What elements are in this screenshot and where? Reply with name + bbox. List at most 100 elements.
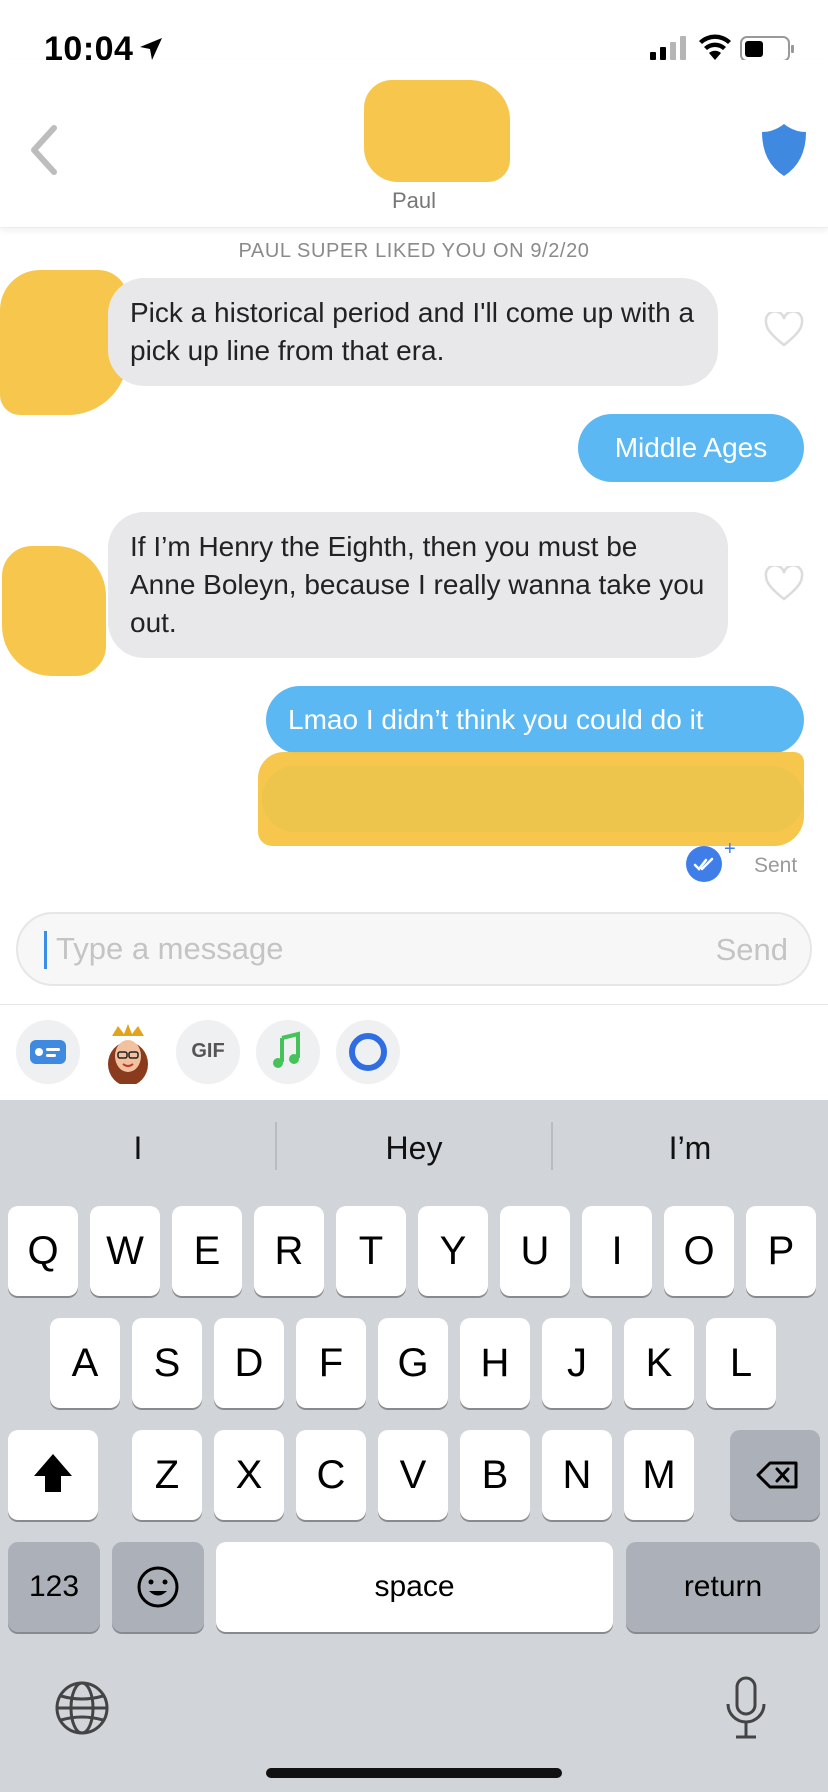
suggestion-1[interactable]: I (0, 1130, 276, 1167)
key-label: Q (27, 1229, 59, 1273)
back-chevron-icon[interactable] (24, 120, 64, 180)
location-arrow-icon (140, 38, 162, 60)
key-label: I (611, 1229, 623, 1273)
key-j[interactable]: J (542, 1318, 612, 1408)
contact-name: Paul (391, 188, 437, 213)
key-label: U (520, 1229, 550, 1273)
music-note-icon (273, 1031, 300, 1068)
bitmoji-button[interactable] (96, 1020, 160, 1086)
message-input[interactable] (56, 924, 656, 974)
key-label: M (642, 1453, 676, 1497)
key-n[interactable]: N (542, 1430, 612, 1520)
key-i[interactable]: I (582, 1206, 652, 1296)
key-label: N (562, 1453, 592, 1497)
key-d[interactable]: D (214, 1318, 284, 1408)
key-k[interactable]: K (624, 1318, 694, 1408)
shift-key[interactable] (8, 1430, 98, 1520)
delete-key[interactable] (730, 1430, 820, 1520)
cellular-signal-icon (650, 36, 686, 60)
suggestion-3[interactable]: I’m (552, 1130, 828, 1167)
key-q[interactable]: Q (8, 1206, 78, 1296)
emoji-key[interactable] (112, 1542, 204, 1632)
gif-label: GIF (191, 1040, 225, 1062)
key-h[interactable]: H (460, 1318, 530, 1408)
key-label: B (481, 1453, 509, 1497)
key-label: A (71, 1341, 99, 1385)
key-label: V (399, 1453, 427, 1497)
wifi-icon (699, 34, 731, 60)
key-m[interactable]: M (624, 1430, 694, 1520)
home-indicator (266, 1768, 562, 1778)
contact-card-icon (30, 1040, 66, 1064)
microphone-icon[interactable] (724, 1676, 768, 1740)
text-caret (44, 931, 47, 969)
key-label: F (318, 1341, 344, 1385)
redacted-avatar[interactable] (364, 80, 510, 182)
key-p[interactable]: P (746, 1206, 816, 1296)
key-y[interactable]: Y (418, 1206, 488, 1296)
keyboard: I Hey I’m Q W E R T Y U I O P A S D F G H J K L Z X C V B N M 1… (0, 1100, 828, 1792)
key-label: Y (439, 1229, 467, 1273)
key-s[interactable]: S (132, 1318, 202, 1408)
key-t[interactable]: T (336, 1206, 406, 1296)
bitmoji-icon (108, 1024, 148, 1086)
key-c[interactable]: C (296, 1430, 366, 1520)
key-u[interactable]: U (500, 1206, 570, 1296)
music-button[interactable] (256, 1020, 320, 1084)
return-key[interactable]: return (626, 1542, 820, 1632)
key-label: D (234, 1341, 264, 1385)
key-b[interactable]: B (460, 1430, 530, 1520)
key-label: C (316, 1453, 346, 1497)
return-key-label: return (683, 1570, 763, 1603)
key-label: Z (154, 1453, 180, 1497)
key-g[interactable]: G (378, 1318, 448, 1408)
key-r[interactable]: R (254, 1206, 324, 1296)
key-f[interactable]: F (296, 1318, 366, 1408)
plus-icon: + (724, 838, 736, 860)
shift-arrow-icon (34, 1454, 72, 1492)
key-label: L (729, 1341, 753, 1385)
key-label: R (274, 1229, 304, 1273)
send-button[interactable]: Send (716, 932, 788, 968)
backspace-icon (756, 1461, 798, 1489)
sent-label: Sent (754, 854, 798, 877)
key-label: J (567, 1341, 587, 1385)
message-composer: Send (16, 912, 812, 986)
globe-icon[interactable] (54, 1680, 110, 1736)
suggestion-2[interactable]: Hey (276, 1130, 552, 1167)
key-a[interactable]: A (50, 1318, 120, 1408)
key-label: K (645, 1341, 673, 1385)
message-incoming: Pick a historical period and I'll come u… (108, 278, 718, 386)
key-o[interactable]: O (664, 1206, 734, 1296)
key-label: E (193, 1229, 221, 1273)
key-x[interactable]: X (214, 1430, 284, 1520)
redacted-sender-avatar (2, 546, 106, 676)
key-label: W (106, 1229, 144, 1273)
message-outgoing: Lmao I didn’t think you could do it (266, 686, 804, 754)
key-w[interactable]: W (90, 1206, 160, 1296)
key-label: S (153, 1341, 181, 1385)
key-l[interactable]: L (706, 1318, 776, 1408)
key-label: T (358, 1229, 384, 1273)
redaction-mark (258, 752, 804, 846)
key-label: O (683, 1229, 715, 1273)
emoji-icon (137, 1566, 179, 1608)
message-incoming: If I’m Henry the Eighth, then you must b… (108, 512, 728, 658)
safety-shield-icon[interactable] (760, 122, 808, 178)
key-v[interactable]: V (378, 1430, 448, 1520)
key-z[interactable]: Z (132, 1430, 202, 1520)
key-e[interactable]: E (172, 1206, 242, 1296)
numbers-key[interactable]: 123 (8, 1542, 100, 1632)
battery-icon (740, 36, 794, 62)
read-receipt-icon[interactable] (686, 846, 722, 882)
loop-ring-icon (349, 1033, 387, 1071)
like-heart-icon[interactable] (764, 566, 804, 602)
like-heart-icon[interactable] (764, 312, 804, 348)
space-key-label: space (374, 1570, 455, 1603)
divider (0, 1004, 828, 1005)
numbers-key-label: 123 (28, 1570, 80, 1603)
contact-card-button[interactable] (16, 1020, 80, 1084)
loop-button[interactable] (336, 1020, 400, 1084)
gif-button[interactable]: GIF (176, 1020, 240, 1084)
space-key[interactable]: space (216, 1542, 613, 1632)
